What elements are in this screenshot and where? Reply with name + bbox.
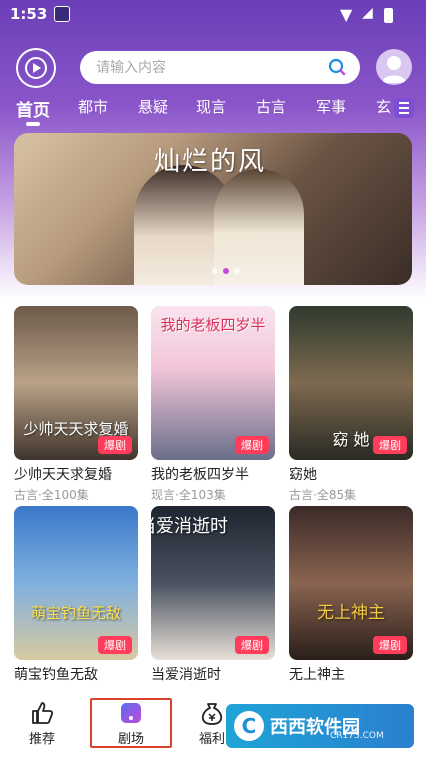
drama-title[interactable]: 当爱消逝时: [151, 664, 275, 684]
featured-banner[interactable]: 灿烂的风: [14, 133, 412, 285]
drama-meta: 古言·全100集: [14, 488, 89, 502]
active-tab-indicator: [26, 122, 40, 126]
drama-poster[interactable]: 窈 她 爆剧: [289, 306, 413, 460]
search-bar[interactable]: [80, 51, 360, 84]
tab-menu-icon[interactable]: [394, 98, 414, 118]
search-input[interactable]: [96, 51, 316, 84]
nav-recommend[interactable]: 推荐: [12, 700, 72, 747]
drama-card[interactable]: 少帅天天求复婚 爆剧 少帅天天求复婚 古言·全100集: [14, 306, 138, 503]
banner-title: 灿烂的风: [154, 147, 267, 177]
tab-fantasy[interactable]: 玄: [376, 96, 391, 117]
drama-poster[interactable]: 当爱消逝时 爆剧: [151, 506, 275, 660]
drama-card[interactable]: 当爱消逝时 爆剧 当爱消逝时: [151, 506, 275, 684]
drama-poster[interactable]: 无上神主 爆剧: [289, 506, 413, 660]
tab-modern-romance[interactable]: 现言: [196, 96, 226, 117]
tab-military[interactable]: 军事: [316, 96, 346, 117]
drama-card[interactable]: 我的老板四岁半 爆剧 我的老板四岁半 现言·全103集: [151, 306, 275, 503]
hot-badge: 爆剧: [98, 636, 132, 654]
drama-card[interactable]: 萌宝钓鱼无敌 爆剧 萌宝钓鱼无敌: [14, 506, 138, 684]
watermark-url: CR173.COM: [330, 731, 384, 741]
nav-theater[interactable]: 剧场: [101, 700, 161, 747]
hot-badge: 爆剧: [235, 436, 269, 454]
poster-title: 我的老板四岁半: [160, 316, 266, 334]
nav-recommend-label: 推荐: [28, 732, 55, 747]
user-icon: [382, 56, 406, 83]
drama-meta: 现言·全103集: [151, 488, 226, 502]
watermark-icon: C: [234, 711, 264, 741]
carousel-dot-active: [223, 268, 229, 274]
drama-poster[interactable]: 萌宝钓鱼无敌 爆剧: [14, 506, 138, 660]
drama-title[interactable]: 窈她: [289, 464, 413, 484]
carousel-dot: [234, 268, 240, 274]
search-icon[interactable]: [328, 58, 346, 76]
drama-title[interactable]: 少帅天天求复婚: [14, 464, 138, 484]
category-tabs: 首页 都市 悬疑 现言 古言 军事 玄: [0, 96, 426, 126]
carousel-dot: [212, 268, 218, 274]
hot-badge: 爆剧: [235, 636, 269, 654]
tab-suspense[interactable]: 悬疑: [138, 96, 168, 117]
drama-title[interactable]: 萌宝钓鱼无敌: [14, 664, 138, 684]
drama-poster[interactable]: 少帅天天求复婚 爆剧: [14, 306, 138, 460]
play-icon: [25, 57, 47, 79]
wifi-icon: ▼: [340, 5, 353, 24]
nav-theater-label: 剧场: [117, 732, 144, 747]
hot-badge: 爆剧: [373, 436, 407, 454]
avatar[interactable]: [376, 49, 412, 85]
tab-city[interactable]: 都市: [78, 96, 108, 117]
battery-icon: [384, 8, 393, 23]
theater-icon: [121, 703, 141, 723]
drama-card[interactable]: 无上神主 爆剧 无上神主: [289, 506, 413, 684]
hot-badge: 爆剧: [373, 636, 407, 654]
poster-title: 当爱消逝时: [151, 516, 228, 537]
drama-title[interactable]: 无上神主: [289, 664, 413, 684]
poster-title: 萌宝钓鱼无敌: [30, 604, 121, 622]
tab-home[interactable]: 首页: [16, 96, 50, 121]
hot-badge: 爆剧: [98, 436, 132, 454]
poster-title: 无上神主: [317, 603, 385, 623]
app-logo[interactable]: [16, 48, 56, 88]
drama-title[interactable]: 我的老板四岁半: [151, 464, 275, 484]
carousel-indicator: [212, 268, 240, 274]
drama-card[interactable]: 窈 她 爆剧 窈她 古言·全85集: [289, 306, 413, 503]
tab-ancient-romance[interactable]: 古言: [256, 96, 286, 117]
drama-meta: 古言·全85集: [289, 488, 357, 502]
thumbs-up-icon: [32, 702, 54, 724]
app-notification-icon: [54, 6, 70, 22]
watermark-logo: C 西西软件园 CR173.COM: [226, 704, 414, 748]
drama-poster[interactable]: 我的老板四岁半 爆剧: [151, 306, 275, 460]
signal-icon: ◢: [362, 5, 373, 21]
status-bar: 1:53 ▼ ◢: [0, 0, 426, 30]
money-bag-icon: [201, 703, 223, 725]
status-time: 1:53: [10, 5, 48, 23]
